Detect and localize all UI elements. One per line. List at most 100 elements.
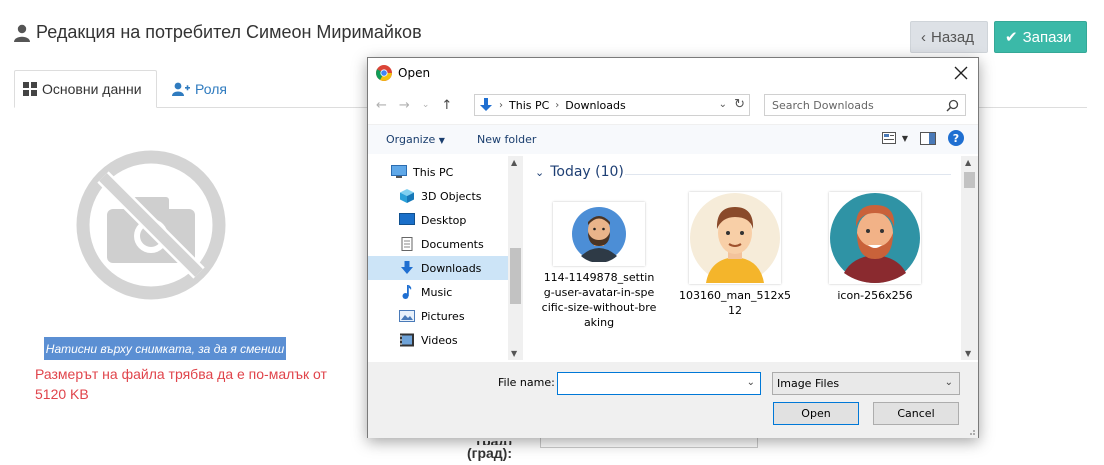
- check-icon: ✔: [1005, 29, 1018, 46]
- address-dropdown-icon[interactable]: ⌄: [719, 99, 727, 110]
- avatar-thumbnail-icon: [572, 207, 626, 262]
- file-list-scrollbar[interactable]: ▲ ▼: [961, 156, 978, 360]
- tree-item-label: Videos: [421, 333, 458, 347]
- search-box[interactable]: Search Downloads: [764, 94, 966, 116]
- tree-scrollbar[interactable]: ▲ ▼: [508, 156, 523, 360]
- download-folder-icon: [480, 98, 492, 111]
- tree-item-this-pc[interactable]: This PC: [368, 160, 508, 184]
- scroll-down-icon[interactable]: ▼: [965, 349, 971, 358]
- breadcrumb-chevron-icon: ›: [499, 99, 503, 111]
- tab-basic-data[interactable]: Основни данни: [14, 70, 157, 108]
- file-name: 103160_man_512x512: [679, 289, 791, 317]
- dialog-footer: File name: ⌄ Image Files ⌄ Open Cancel: [368, 362, 978, 438]
- file-name-label: File name:: [498, 376, 555, 389]
- back-button[interactable]: ‹ Назад: [910, 21, 988, 53]
- scroll-up-icon[interactable]: ▲: [511, 158, 517, 167]
- new-folder-button[interactable]: New folder: [477, 133, 536, 146]
- city-label: град) (град):: [440, 441, 512, 461]
- breadcrumb-downloads[interactable]: Downloads: [565, 99, 625, 112]
- help-icon[interactable]: ?: [948, 130, 964, 146]
- tree-item-pictures[interactable]: Pictures: [368, 304, 508, 328]
- nav-buttons: ← → ⌄ ↑: [376, 94, 452, 116]
- group-divider: [625, 174, 951, 175]
- address-bar[interactable]: › This PC › Downloads ⌄ ↻: [474, 94, 750, 116]
- tab-role[interactable]: Роля: [164, 70, 235, 108]
- tree-item-desktop[interactable]: Desktop: [368, 208, 508, 232]
- caret-down-icon: ▼: [438, 136, 445, 145]
- file-item[interactable]: icon-256x256: [815, 192, 935, 303]
- tab-role-label: Роля: [195, 81, 227, 97]
- music-icon: [402, 285, 412, 299]
- cancel-button[interactable]: Cancel: [873, 402, 959, 425]
- back-arrow-icon[interactable]: ←: [376, 98, 387, 113]
- search-icon: [946, 99, 959, 112]
- up-arrow-icon[interactable]: ↑: [441, 98, 452, 113]
- breadcrumb-this-pc[interactable]: This PC: [509, 99, 549, 112]
- scroll-down-icon[interactable]: ▼: [511, 349, 517, 358]
- tree-item-label: Pictures: [421, 309, 465, 323]
- chevron-down-icon[interactable]: ⌄: [747, 377, 755, 388]
- file-type-select[interactable]: Image Files ⌄: [772, 372, 960, 395]
- dialog-title: Open: [398, 66, 431, 80]
- tree-item-label: Music: [421, 285, 453, 299]
- tab-basic-data-label: Основни данни: [42, 81, 142, 97]
- photo-change-hint[interactable]: Натисни върху снимката, за да я смениш: [44, 337, 286, 360]
- video-icon: [400, 333, 414, 347]
- refresh-icon[interactable]: ↻: [734, 97, 745, 112]
- close-icon[interactable]: [952, 64, 970, 82]
- scroll-thumb[interactable]: [510, 248, 521, 304]
- file-name-input[interactable]: ⌄: [557, 372, 761, 395]
- file-item[interactable]: 114-1149878_setting-user-avatar-in-speci…: [539, 202, 659, 330]
- picture-icon: [399, 310, 415, 322]
- tree-item-3d-objects[interactable]: 3D Objects: [368, 184, 508, 208]
- group-label: Today (10): [550, 164, 624, 180]
- file-item[interactable]: 103160_man_512x512: [675, 192, 795, 318]
- forward-arrow-icon[interactable]: →: [399, 98, 410, 113]
- city-label-line2: (град):: [466, 445, 512, 461]
- pc-icon: [391, 165, 407, 178]
- open-button[interactable]: Open: [773, 402, 859, 425]
- breadcrumb-chevron-icon: ›: [555, 99, 560, 111]
- organize-label: Organize: [386, 133, 436, 146]
- save-button-label: Запази: [1022, 28, 1072, 46]
- page-title-text: Редакция на потребител Симеон Миримайков: [36, 22, 422, 42]
- tree-item-videos[interactable]: Videos: [368, 328, 508, 352]
- recent-dropdown-icon[interactable]: ⌄: [422, 100, 430, 110]
- avatar-thumbnail-icon: [830, 193, 920, 283]
- file-thumbnail: [829, 192, 921, 284]
- search-placeholder: Search Downloads: [772, 98, 874, 112]
- tree-item-label: Desktop: [421, 213, 467, 227]
- save-button[interactable]: ✔ Запази: [994, 21, 1087, 53]
- scroll-thumb[interactable]: [964, 172, 975, 188]
- resize-grip-icon[interactable]: [966, 426, 976, 436]
- file-size-warning: Размерът на файла трябва да е по-малък о…: [35, 366, 327, 402]
- tree-item-label: Downloads: [421, 261, 482, 275]
- document-icon: [401, 237, 413, 251]
- chevron-down-icon: ⌄: [535, 165, 545, 179]
- organize-button[interactable]: Organize ▼: [386, 133, 445, 146]
- file-thumbnail: [553, 202, 645, 266]
- chrome-icon: [376, 65, 392, 81]
- preview-pane-icon[interactable]: [920, 131, 936, 145]
- user-icon: [14, 24, 30, 42]
- desktop-icon: [399, 213, 415, 225]
- avatar-thumbnail-icon: [690, 193, 780, 283]
- view-options-icon[interactable]: ▼: [881, 132, 908, 144]
- tree-item-documents[interactable]: Documents: [368, 232, 508, 256]
- group-header[interactable]: ⌄ Today (10): [535, 164, 624, 180]
- scroll-up-icon[interactable]: ▲: [965, 158, 971, 167]
- navigation-pane: This PC 3D Objects Desktop Documents Dow…: [368, 156, 523, 360]
- view-controls: ▼ ?: [881, 130, 964, 146]
- download-icon: [401, 261, 413, 274]
- page-title: Редакция на потребител Симеон Миримайков: [14, 22, 422, 43]
- cube-icon: [400, 189, 414, 203]
- file-thumbnail: [689, 192, 781, 284]
- chevron-left-icon: ‹: [921, 28, 926, 46]
- file-name: 114-1149878_setting-user-avatar-in-speci…: [541, 271, 657, 329]
- open-file-dialog: Open ← → ⌄ ↑ › This PC › Downloads ⌄ ↻ S…: [367, 57, 979, 438]
- tree-item-music[interactable]: Music: [368, 280, 508, 304]
- grid-icon: [23, 82, 37, 96]
- back-button-label: Назад: [931, 28, 974, 46]
- tree-item-downloads[interactable]: Downloads: [368, 256, 508, 280]
- no-photo-icon[interactable]: [75, 149, 227, 301]
